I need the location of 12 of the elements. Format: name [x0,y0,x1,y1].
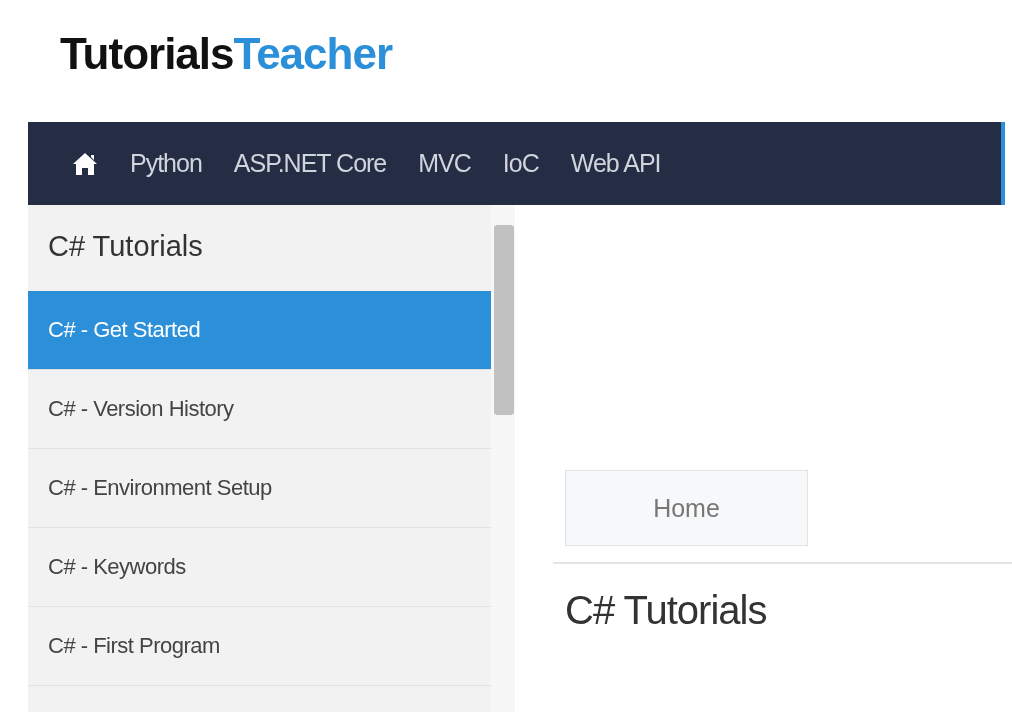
sidebar-title: C# Tutorials [47,229,204,264]
nav-link[interactable]: Python [130,144,202,183]
scrollbar[interactable] [491,205,515,712]
nav-link[interactable]: Web API [570,144,661,183]
scrollbar-thumb[interactable] [494,225,514,415]
nav-link[interactable]: IoC [502,144,539,183]
nav-link[interactable]: ASP.NET Core [233,144,387,183]
home-icon[interactable] [72,151,98,176]
nav-link[interactable]: MVC [418,144,471,183]
page-heading: C# Tutorials [565,587,768,634]
breadcrumb-link[interactable]: Home [565,470,808,546]
logo[interactable]: TutorialsTeacher [60,29,393,78]
